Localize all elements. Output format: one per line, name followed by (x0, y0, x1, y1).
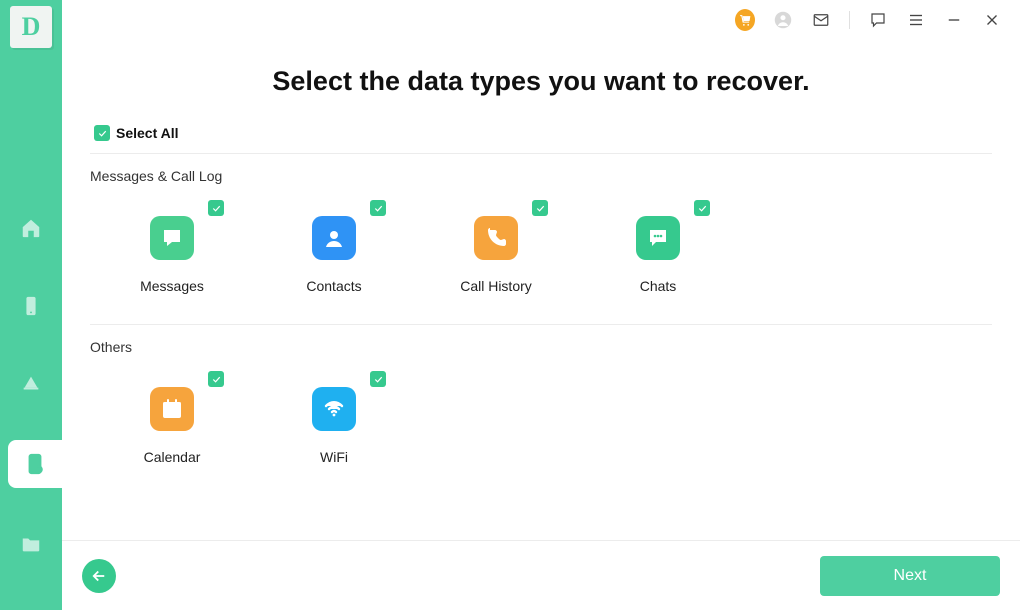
footer: Next (62, 540, 1020, 610)
select-all-checkbox[interactable] (94, 125, 110, 141)
next-button[interactable]: Next (820, 556, 1000, 596)
titlebar-separator (849, 11, 850, 29)
sidebar-nav: ! (0, 206, 62, 566)
divider (90, 324, 992, 325)
sidebar-item-home[interactable] (0, 206, 62, 250)
calendar-icon (150, 387, 194, 431)
wifi-icon (312, 387, 356, 431)
tile-label: Call History (460, 278, 532, 294)
data-type-message[interactable]: Messages (122, 202, 222, 294)
app-logo: D (10, 6, 52, 48)
svg-text:!: ! (38, 467, 40, 474)
cart-icon[interactable] (735, 10, 755, 30)
tile-checkbox[interactable] (370, 200, 386, 216)
app-logo-letter: D (22, 12, 41, 42)
tile-checkbox[interactable] (532, 200, 548, 216)
sidebar: D ! (0, 0, 62, 610)
back-button[interactable] (82, 559, 116, 593)
menu-icon[interactable] (906, 10, 926, 30)
titlebar (62, 0, 1020, 40)
tile-checkbox[interactable] (208, 371, 224, 387)
tile-label: Contacts (306, 278, 361, 294)
tile-label: Messages (140, 278, 204, 294)
tile-checkbox[interactable] (370, 371, 386, 387)
main-panel: Select the data types you want to recove… (62, 0, 1020, 610)
page-title: Select the data types you want to recove… (90, 66, 992, 97)
divider (90, 153, 992, 154)
phone-icon (474, 216, 518, 260)
mail-icon[interactable] (811, 10, 831, 30)
section-label: Others (90, 339, 992, 355)
data-type-chat[interactable]: Chats (608, 202, 708, 294)
data-type-calendar[interactable]: Calendar (122, 373, 222, 465)
tile-checkbox[interactable] (694, 200, 710, 216)
section-grid: Calendar WiFi (90, 373, 992, 465)
sidebar-item-phone[interactable] (0, 284, 62, 328)
close-icon[interactable] (982, 10, 1002, 30)
content-area: Select the data types you want to recove… (62, 40, 1020, 540)
select-all-label: Select All (116, 125, 179, 141)
section-label: Messages & Call Log (90, 168, 992, 184)
user-icon[interactable] (773, 10, 793, 30)
message-icon (150, 216, 194, 260)
minimize-icon[interactable] (944, 10, 964, 30)
tile-checkbox[interactable] (208, 200, 224, 216)
select-all-row[interactable]: Select All (90, 125, 992, 141)
chat-icon (636, 216, 680, 260)
tile-label: Calendar (144, 449, 201, 465)
data-type-wifi[interactable]: WiFi (284, 373, 384, 465)
sidebar-item-cloud[interactable] (0, 362, 62, 406)
contact-icon (312, 216, 356, 260)
tile-label: Chats (640, 278, 677, 294)
comment-icon[interactable] (868, 10, 888, 30)
section-grid: Messages Contacts Call History Chats (90, 202, 992, 294)
data-type-contact[interactable]: Contacts (284, 202, 384, 294)
tile-label: WiFi (320, 449, 348, 465)
sidebar-item-folder[interactable] (0, 522, 62, 566)
data-type-phone[interactable]: Call History (446, 202, 546, 294)
sidebar-item-phone-alert[interactable]: ! (8, 440, 62, 488)
